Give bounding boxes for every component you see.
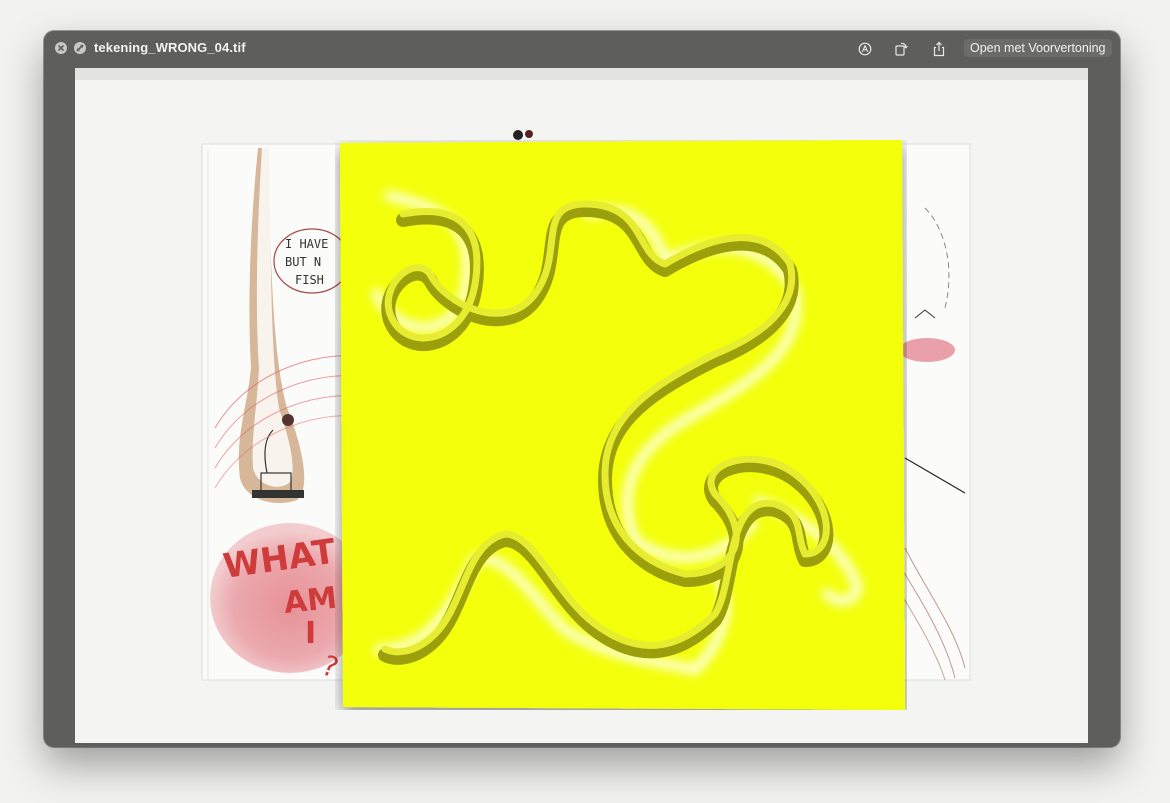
- rotate-button[interactable]: [892, 40, 910, 58]
- bubble-line-1: I HAVE: [285, 237, 328, 251]
- title-bar: tekening_WRONG_04.tif Open met Voorverto…: [44, 31, 1120, 65]
- markup-button[interactable]: [856, 40, 874, 58]
- close-button[interactable]: [55, 42, 67, 54]
- markup-icon: [858, 42, 872, 56]
- window-title: tekening_WRONG_04.tif: [94, 40, 246, 55]
- open-with-preview-button[interactable]: Open met Voorvertoning: [964, 39, 1112, 57]
- bubble-line-3: FISH: [295, 273, 324, 287]
- fullscreen-button[interactable]: [74, 42, 86, 54]
- share-icon: [933, 41, 945, 57]
- quicklook-window: tekening_WRONG_04.tif Open met Voorverto…: [44, 31, 1120, 747]
- caption-am: AM: [282, 581, 338, 621]
- caption-i: I: [305, 616, 316, 651]
- close-icon: [58, 45, 64, 51]
- share-button[interactable]: [930, 40, 948, 58]
- rotate-icon: [895, 42, 908, 56]
- yellow-ribbon-overlay: [340, 140, 905, 710]
- fullscreen-icon: [76, 44, 84, 52]
- image-viewport: I HAVE BUT N FISH WHAT AM I ?: [75, 68, 1088, 743]
- bubble-line-2: BUT N: [285, 255, 321, 269]
